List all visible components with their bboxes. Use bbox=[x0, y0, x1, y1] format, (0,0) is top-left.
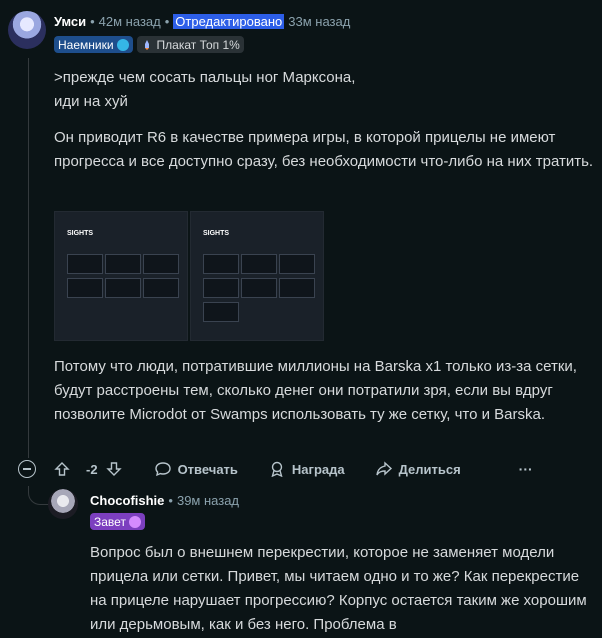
user-flair: Наемники bbox=[54, 36, 133, 53]
comment-actions: -2 Отвечать Награда Делиться ··· bbox=[18, 460, 563, 478]
comment-meta: Умси • 42м назад • Отредактировано 33м н… bbox=[54, 14, 351, 29]
downvote-icon bbox=[105, 462, 122, 476]
minus-icon bbox=[23, 468, 31, 470]
more-icon: ··· bbox=[518, 461, 533, 477]
share-icon bbox=[375, 461, 392, 476]
comment-paragraph: Он приводит R6 в качестве примера игры, … bbox=[54, 129, 594, 170]
reply-meta: Chocofishie • 39м назад bbox=[90, 493, 240, 508]
collapse-button[interactable] bbox=[18, 460, 36, 478]
flair-emblem-icon bbox=[116, 38, 129, 51]
more-options-button[interactable]: ··· bbox=[519, 461, 533, 477]
reply-flair-row: Завет bbox=[90, 513, 149, 530]
flair-emblem-icon bbox=[128, 515, 141, 528]
vote-score: -2 bbox=[86, 461, 98, 477]
sights-screenshot-right: SIGHTS bbox=[190, 211, 324, 341]
sights-screenshot-left: SIGHTS bbox=[54, 211, 188, 341]
username[interactable]: Умси bbox=[54, 14, 86, 29]
share-button[interactable]: Делиться bbox=[375, 461, 461, 477]
upvote-icon bbox=[54, 462, 70, 476]
reply-flair: Завет bbox=[90, 513, 145, 530]
award-icon bbox=[271, 461, 283, 477]
comment-paragraph: Потому что люди, потратившие миллионы на… bbox=[54, 358, 577, 423]
upvote-button[interactable] bbox=[54, 461, 76, 477]
avatar[interactable] bbox=[8, 11, 46, 49]
comment-paragraph: >прежде чем сосать пальцы ног Марксона, … bbox=[54, 69, 356, 110]
reply-timestamp: 39м назад bbox=[176, 493, 240, 508]
comment-image[interactable]: SIGHTS SIGHTS bbox=[54, 211, 324, 341]
edited-time: 33м назад bbox=[288, 14, 351, 29]
award-button[interactable]: Награда bbox=[268, 461, 345, 477]
reply-paragraph: Вопрос был о внешнем перекрестии, которо… bbox=[90, 544, 587, 633]
flair-row: Наемники Плакат Топ 1% bbox=[54, 36, 248, 53]
timestamp: 42м назад bbox=[98, 14, 161, 29]
rocket-icon bbox=[144, 39, 149, 50]
reply-username[interactable]: Chocofishie bbox=[90, 493, 164, 508]
comment-bubble-icon bbox=[154, 462, 171, 477]
achievement-flair: Плакат Топ 1% bbox=[136, 36, 244, 53]
reply-avatar[interactable] bbox=[48, 489, 78, 519]
thread-line bbox=[28, 58, 29, 458]
reply-button[interactable]: Отвечать bbox=[154, 461, 238, 477]
edited-label: Отредактировано bbox=[173, 14, 285, 29]
downvote-button[interactable] bbox=[105, 461, 128, 477]
